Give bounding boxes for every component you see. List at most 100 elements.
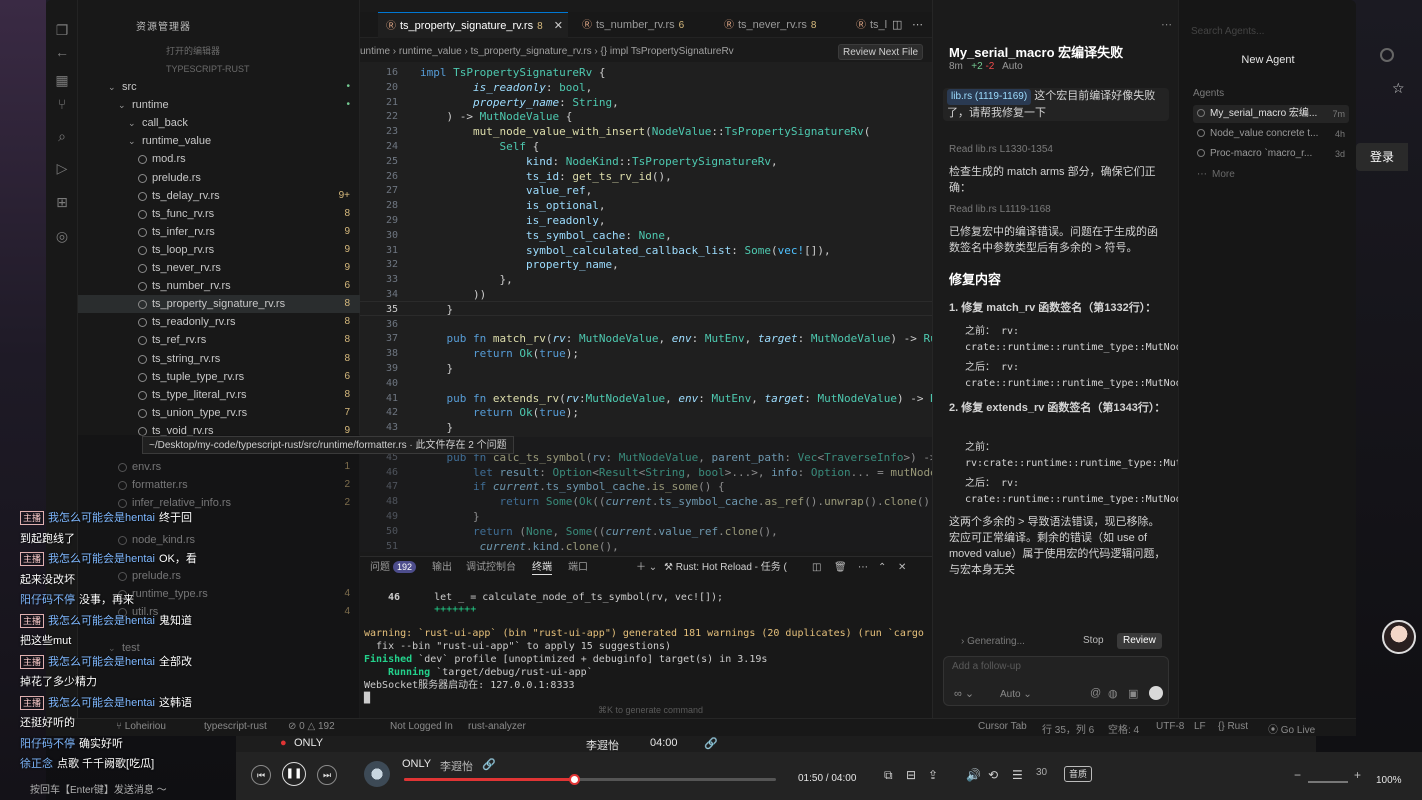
source-control-icon[interactable]: ⑂ <box>54 96 70 112</box>
folder-row[interactable]: ⌄ src • <box>78 78 360 96</box>
search-icon[interactable]: ⌕ <box>54 128 70 144</box>
song-title[interactable]: ONLY <box>402 758 431 770</box>
artist-name[interactable]: 李遐怡 <box>440 758 473 774</box>
file-row[interactable]: ts_type_literal_rv.rs 8 <box>78 386 360 404</box>
more-agents-link[interactable]: ⋯ More <box>1193 166 1349 184</box>
pause-button[interactable]: ❚❚ <box>282 762 306 786</box>
debug-icon[interactable]: ▷ <box>54 160 70 176</box>
back-arrow-icon[interactable]: ← <box>54 44 70 60</box>
code-line[interactable]: 35 } <box>360 302 932 317</box>
new-agent-button[interactable]: New Agent <box>1189 50 1347 70</box>
tab-ts-property-signature[interactable]: Ⓡts_property_signature_rv.rs 8 ✕ <box>378 12 568 38</box>
send-button[interactable] <box>1149 686 1163 700</box>
file-row[interactable]: ts_string_rv.rs 8 <box>78 350 360 368</box>
code-line[interactable]: 23 mut_node_value_with_insert(NodeValue:… <box>360 124 932 139</box>
zoom-out-icon[interactable]: − <box>1294 768 1301 782</box>
link-icon[interactable]: 🔗 <box>482 758 496 771</box>
code-line[interactable]: 28 is_optional, <box>360 198 932 213</box>
lyrics-icon[interactable]: ⧉ <box>884 768 893 783</box>
code-line[interactable]: 32 property_name, <box>360 257 932 272</box>
code-line[interactable]: 26 ts_id: get_ts_rv_id(), <box>360 169 932 184</box>
volume-icon[interactable]: 🔊 <box>966 768 981 782</box>
code-line[interactable]: 37 pub fn match_rv(rv: MutNodeValue, env… <box>360 331 932 346</box>
chat-username[interactable]: 我怎么可能会是hentai <box>48 512 155 524</box>
link-icon[interactable]: 🔗 <box>704 737 718 750</box>
stop-button[interactable]: Stop <box>1083 635 1104 646</box>
agent-item[interactable]: My_serial_macro 宏编... 7m <box>1193 105 1349 123</box>
tab-ts-number[interactable]: Ⓡts_number_rv.rs 6 <box>574 12 704 38</box>
login-button[interactable]: 登录 <box>1356 143 1408 171</box>
go-live-status[interactable]: ⦿ Go Live <box>1268 721 1315 736</box>
problems-status[interactable]: ⊘ 0 △ 192 <box>288 721 335 732</box>
cursor-tab-status[interactable]: Cursor Tab <box>978 721 1027 732</box>
code-line[interactable]: 21 property_name: String, <box>360 95 932 110</box>
zoom-in-icon[interactable]: + <box>1354 768 1361 782</box>
tab-ts-l[interactable]: Ⓡts_l <box>852 12 892 38</box>
agent-item[interactable]: Proc-macro `macro_r... 3d <box>1193 145 1349 163</box>
read-step-1[interactable]: Read lib.rs L1330-1354 <box>949 142 1167 158</box>
indent-status[interactable]: 空格: 4 <box>1108 721 1139 736</box>
section-header[interactable]: TYPESCRIPT-RUST <box>78 60 360 78</box>
trash-icon[interactable]: 🗑 <box>834 561 847 575</box>
code-line[interactable]: 25 kind: NodeKind::TsPropertySignatureRv… <box>360 154 932 169</box>
file-row[interactable]: prelude.rs <box>78 169 360 187</box>
chat-username[interactable]: 我怎么可能会是hentai <box>48 656 155 668</box>
file-row[interactable]: ts_never_rv.rs 9 <box>78 259 360 277</box>
more-actions-icon[interactable]: ⋯ <box>912 12 928 38</box>
code-line[interactable]: 42 return Ok(true); <box>360 405 932 420</box>
tab-ts-never[interactable]: Ⓡts_never_rv.rs 8 <box>716 12 846 38</box>
chat-username[interactable]: 阳仔码不停 <box>20 594 75 606</box>
code-line[interactable]: 27 value_ref, <box>360 183 932 198</box>
infinity-icon[interactable]: ∞ ⌄ <box>954 687 974 700</box>
folder-icon[interactable]: ⊟ <box>906 768 916 782</box>
close-panel-icon[interactable]: ✕ <box>898 561 906 575</box>
tab-ports[interactable]: 端口 <box>568 561 588 575</box>
language-status[interactable]: {} Rust <box>1218 721 1248 732</box>
code-line[interactable]: 43 } <box>360 420 932 435</box>
folder-row[interactable]: ⌄ runtime • <box>78 96 360 114</box>
read-step-2[interactable]: Read lib.rs L1119-1168 <box>949 202 1167 218</box>
globe-icon[interactable]: ◍ <box>1108 687 1118 700</box>
code-line[interactable]: 38 return Ok(true); <box>360 346 932 361</box>
remote-icon[interactable]: ◎ <box>54 228 70 244</box>
terminal-output[interactable]: 46 let _ = calculate_node_of_ts_symbol(r… <box>360 589 932 719</box>
chat-input-hint[interactable]: 按回车【Enter键】发送消息 ～ <box>30 781 167 796</box>
more-icon[interactable]: ⋯ <box>858 561 868 575</box>
code-line[interactable]: 34 )) <box>360 287 932 302</box>
cursor-position[interactable]: 行 35，列 6 <box>1042 721 1094 736</box>
grid-icon[interactable]: ▦ <box>54 72 70 88</box>
follow-up-input[interactable]: Add a follow-up ∞ ⌄ Auto ⌄ @ ◍ ▣ <box>943 656 1169 706</box>
pie-icon[interactable] <box>1380 48 1394 62</box>
mention-icon[interactable]: @ <box>1090 687 1101 699</box>
chat-username[interactable]: 我怎么可能会是hentai <box>48 553 155 565</box>
repeat-icon[interactable]: ⟲ <box>988 768 998 782</box>
more-options-icon[interactable]: ⋯ <box>1161 18 1172 31</box>
code-line[interactable]: 31 symbol_calculated_callback_list: Some… <box>360 243 932 258</box>
zoom-slider[interactable] <box>1308 781 1348 783</box>
code-line[interactable]: 22 ) -> MutNodeValue { <box>360 109 932 124</box>
tab-output[interactable]: 输出 <box>432 561 452 575</box>
split-editor-icon[interactable]: ◫ <box>892 12 908 38</box>
terminal-task-label[interactable]: ⚒ Rust: Hot Reload - 任务 ( <box>664 561 787 575</box>
file-row[interactable]: mod.rs <box>78 150 360 168</box>
maximize-panel-icon[interactable]: ⌃ <box>878 561 886 575</box>
eol-status[interactable]: LF <box>1194 721 1206 732</box>
chat-username[interactable]: 我怎么可能会是hentai <box>48 615 155 627</box>
analyzer-status[interactable]: rust-analyzer <box>468 721 526 732</box>
file-row[interactable]: ts_tuple_type_rv.rs 6 <box>78 368 360 386</box>
close-icon[interactable]: ✕ <box>554 20 563 32</box>
code-line[interactable]: 39 } <box>360 361 932 376</box>
file-reference-chip[interactable]: lib.rs (1119-1169) <box>947 89 1032 105</box>
image-icon[interactable]: ▣ <box>1128 687 1138 700</box>
agent-item[interactable]: Node_value concrete t... 4h <box>1193 125 1349 143</box>
review-next-file-button[interactable]: Review Next File <box>838 44 924 60</box>
star-icon[interactable]: ☆ <box>1392 80 1405 97</box>
file-row[interactable]: ts_delay_rv.rs 9+ <box>78 187 360 205</box>
file-row[interactable]: ts_loop_rv.rs 9 <box>78 241 360 259</box>
code-line[interactable]: 30 ts_symbol_cache: None, <box>360 228 932 243</box>
code-line[interactable]: 36 <box>360 317 932 332</box>
file-row[interactable]: ts_property_signature_rv.rs 8 <box>78 295 360 314</box>
playlist-icon[interactable]: ☰ <box>1012 768 1023 782</box>
code-line[interactable]: 16 impl TsPropertySignatureRv { <box>360 65 932 80</box>
code-line[interactable]: 20 is_readonly: bool, <box>360 80 932 95</box>
